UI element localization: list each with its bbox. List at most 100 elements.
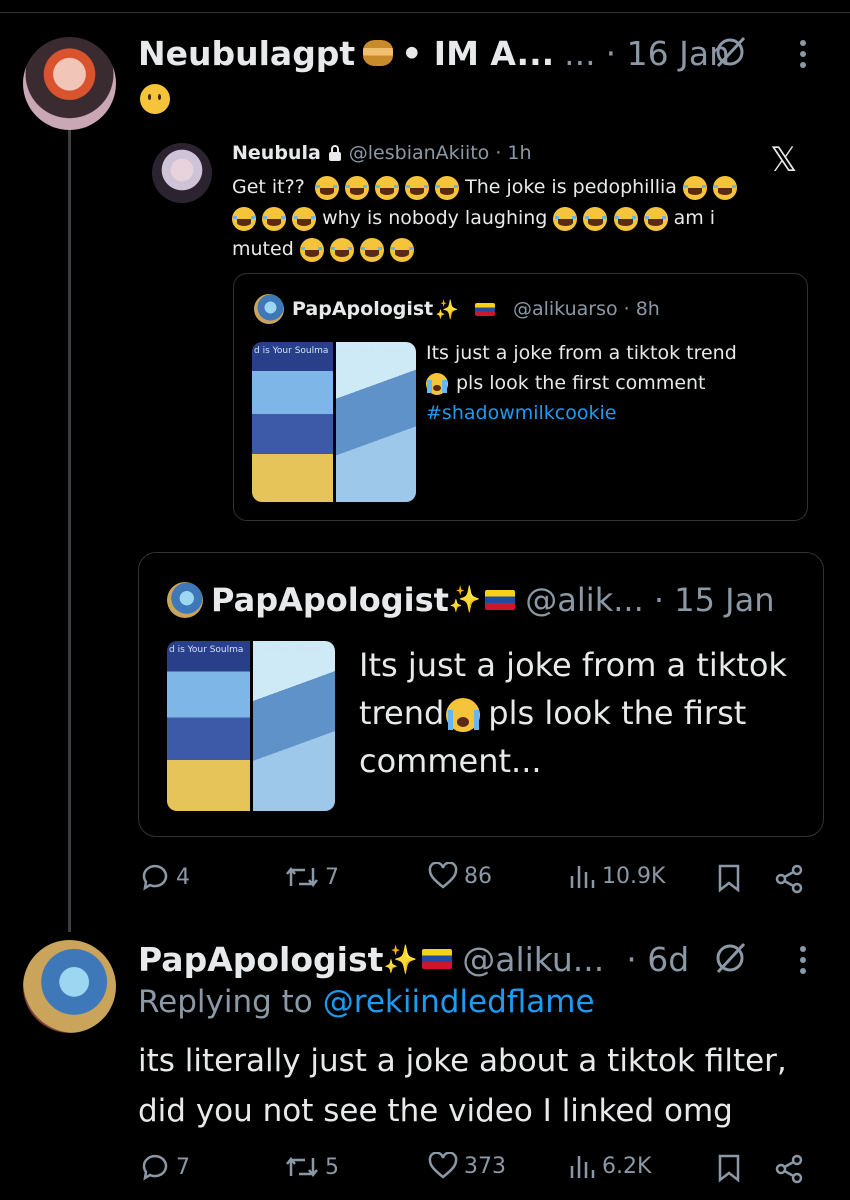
embedded-author-name: Neubula	[232, 142, 321, 164]
post2-replying-to: Replying to @rekiindledflame	[138, 984, 595, 1020]
post2-time[interactable]: · 6d	[626, 940, 689, 979]
replying-to-link[interactable]: @rekiindledflame	[323, 984, 595, 1020]
grok-icon[interactable]	[712, 940, 748, 976]
reply-icon	[142, 1154, 168, 1181]
views-icon	[570, 866, 595, 888]
post2-like-button[interactable]: 373	[428, 1152, 506, 1180]
thumb-caption-left: d is Your Soulma	[169, 645, 244, 655]
post2-handle[interactable]: @aliku...	[462, 940, 604, 979]
laughing-emoji-icon	[389, 237, 414, 262]
post1-repost-button[interactable]: 7	[285, 862, 339, 892]
post2-line-1: its literally just a joke about a tiktok…	[138, 1043, 787, 1079]
sparkles-icon: ✨	[383, 942, 419, 976]
laughing-emoji-icon	[344, 175, 369, 200]
embedded-line-2: why is nobody laughing am i	[232, 203, 792, 234]
avatar-papapologist[interactable]	[23, 940, 116, 1033]
quote-line-3: comment...	[359, 742, 542, 780]
pancake-emoji-icon	[363, 40, 394, 66]
embedded-quote-text: Its just a joke from a tiktok trend pls …	[426, 338, 737, 428]
quote-line-2b: pls look the first	[488, 694, 747, 732]
post2-line-2: did you not see the video I linked omg	[138, 1093, 733, 1129]
laughing-emoji-icon	[359, 237, 384, 262]
embedded-text-2: The joke is pedophillia	[465, 176, 677, 198]
bookmark-icon[interactable]	[716, 1153, 742, 1183]
laughing-emoji-icon	[314, 175, 339, 200]
post2-header: PapApologist ✨ @aliku... · 6d	[138, 936, 689, 982]
post1-like-button[interactable]: 86	[428, 862, 492, 890]
sparkles-icon: ✨	[448, 585, 482, 615]
quote-header: PapApologist ✨ @alik... · 15 Jan	[167, 581, 774, 619]
more-icon[interactable]	[796, 38, 810, 70]
embedded-text-5: muted	[232, 238, 294, 260]
reply-icon	[142, 864, 168, 891]
avatar-papapologist-quote	[167, 582, 203, 618]
embedded-text: Get it?? The joke is pedophillia why is …	[232, 172, 792, 265]
quote-card[interactable]: PapApologist ✨ @alik... · 15 Jan d is Yo…	[138, 552, 824, 837]
avatar-papapologist-small	[254, 294, 284, 324]
post2-view-count: 6.2K	[602, 1153, 652, 1179]
post1-like-count: 86	[464, 863, 492, 889]
laughing-emoji-icon	[232, 206, 256, 231]
embedded-quote-handle: @alikuarso · 8h	[512, 298, 660, 320]
laughing-emoji-icon	[713, 175, 738, 200]
top-divider	[0, 12, 850, 13]
thumb-caption-left: d is Your Soulma	[254, 346, 329, 356]
quote-line-1: Its just a joke from a tiktok	[359, 646, 787, 684]
more-icon[interactable]	[796, 944, 810, 976]
replying-to-label: Replying to	[138, 984, 313, 1020]
post2-reply-button[interactable]: 7	[140, 1152, 190, 1182]
embedded-quote-line-2-row: pls look the first comment	[426, 368, 737, 398]
post1-reply-count: 4	[176, 864, 190, 890]
avatar-neubulagpt[interactable]	[23, 37, 116, 130]
laughing-emoji-icon	[643, 206, 668, 231]
crying-emoji-icon	[426, 372, 448, 395]
embedded-quote-thumbnail: d is Your Soulma d is Your Soulm	[252, 342, 416, 502]
laughing-emoji-icon	[435, 175, 460, 200]
quote-thumbnail: d is Your Soulma d is Your Soulm	[167, 641, 335, 811]
thumb-caption-right: d is Your Soulm	[254, 645, 324, 655]
post2-views-button[interactable]: 6.2K	[568, 1152, 651, 1180]
post1-reply-button[interactable]: 4	[140, 862, 190, 892]
post2-reply-count: 7	[176, 1154, 190, 1180]
quote-text: Its just a joke from a tiktok trend pls l…	[359, 641, 787, 785]
post1-ellipsis: ...	[564, 33, 596, 73]
embedded-line-3: muted	[232, 234, 792, 265]
embedded-quote-line-1: Its just a joke from a tiktok trend	[426, 342, 737, 364]
embedded-header: Neubula @lesbianAkiito · 1h	[232, 142, 532, 164]
neutral-face-emoji-icon	[140, 84, 170, 114]
venezuela-flag-icon	[474, 302, 495, 316]
post1-header: Neubulagpt • IM A... ... · 16 Jan	[138, 30, 730, 76]
views-icon	[570, 1156, 595, 1178]
post2-like-count: 373	[464, 1153, 506, 1179]
laughing-emoji-icon	[329, 237, 354, 262]
quote-line-2-row: trend pls look the first	[359, 689, 787, 737]
laughing-emoji-icon	[405, 175, 429, 200]
post2-repost-button[interactable]: 5	[285, 1152, 339, 1182]
embedded-text-4: am i	[673, 207, 716, 229]
post1-author-name[interactable]: Neubulagpt	[138, 34, 355, 73]
post2-author-name[interactable]: PapApologist	[138, 940, 383, 979]
venezuela-flag-icon	[422, 949, 453, 969]
laughing-emoji-icon	[583, 206, 608, 231]
post1-repost-count: 7	[325, 864, 339, 890]
thread-line	[68, 126, 71, 932]
embedded-quote-author: PapApologist	[292, 298, 434, 320]
repost-icon	[286, 866, 318, 888]
laughing-emoji-icon	[613, 206, 638, 231]
share-icon[interactable]	[774, 1154, 804, 1184]
laughing-emoji-icon	[292, 206, 317, 231]
quote-handle-time: @alik... · 15 Jan	[525, 581, 775, 619]
laughing-emoji-icon	[553, 206, 578, 231]
grok-icon[interactable]	[712, 34, 748, 70]
embedded-text-1: Get it??	[232, 176, 305, 198]
post1-author-name-rest[interactable]: • IM A...	[401, 34, 554, 73]
venezuela-flag-icon	[485, 590, 516, 610]
embedded-text-3: why is nobody laughing	[322, 207, 548, 229]
laughing-emoji-icon	[683, 175, 707, 200]
share-icon[interactable]	[774, 864, 804, 894]
embedded-quote-header: PapApologist ✨ @alikuarso · 8h	[254, 294, 660, 324]
embedded-quote-line-2: pls look the first comment	[456, 372, 706, 394]
post1-views-button[interactable]: 10.9K	[568, 862, 665, 890]
bookmark-icon[interactable]	[716, 863, 742, 893]
repost-icon	[286, 1156, 318, 1178]
